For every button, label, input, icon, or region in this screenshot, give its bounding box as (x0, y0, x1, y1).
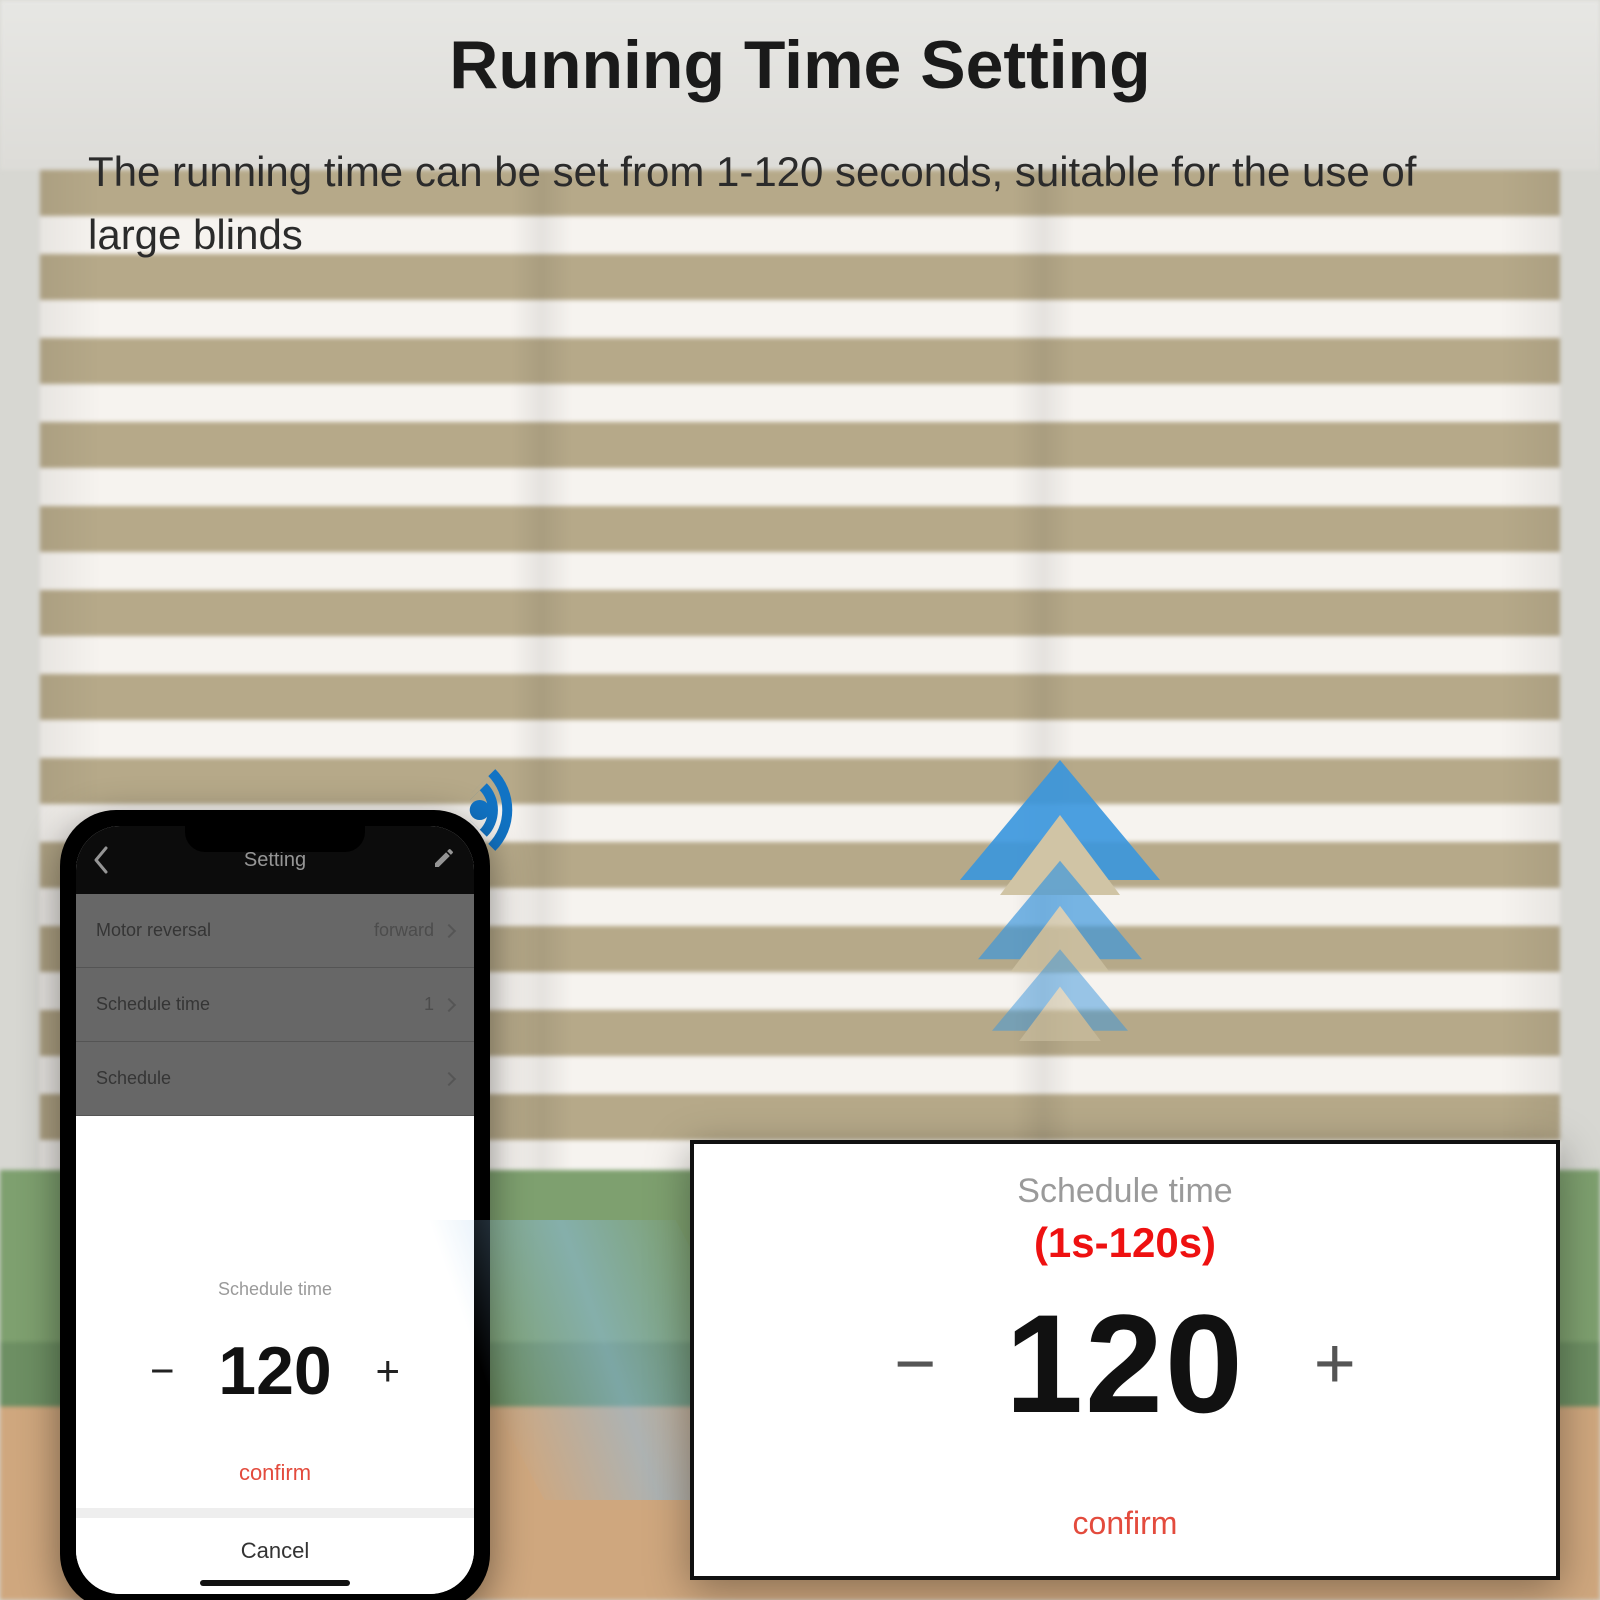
phone-mockup: Setting Motor reversal forward Schedule … (60, 810, 490, 1600)
back-icon[interactable] (92, 846, 110, 874)
row-label: Motor reversal (96, 920, 211, 941)
sheet-divider (76, 1508, 474, 1518)
decrement-button[interactable]: − (132, 1347, 192, 1395)
time-stepper-large: − 120 + (694, 1273, 1556, 1475)
page-subtitle: The running time can be set from 1-120 s… (88, 140, 1480, 266)
increment-button[interactable]: + (1295, 1323, 1375, 1405)
chevron-right-icon (442, 923, 456, 937)
row-schedule[interactable]: Schedule (76, 1042, 474, 1116)
phone-notch (185, 826, 365, 852)
row-value: forward (374, 920, 434, 941)
settings-list: Motor reversal forward Schedule time 1 S… (76, 894, 474, 1116)
row-label: Schedule (96, 1068, 171, 1089)
home-indicator (200, 1580, 350, 1586)
row-label: Schedule time (96, 994, 210, 1015)
edit-icon[interactable] (432, 846, 456, 870)
schedule-time-sheet: Schedule time − 120 + confirm Cancel (76, 1261, 474, 1594)
confirm-button[interactable]: confirm (76, 1438, 474, 1508)
chevron-right-icon (442, 997, 456, 1011)
time-value: 120 (218, 1332, 331, 1410)
chevron-right-icon (442, 1071, 456, 1085)
row-motor-reversal[interactable]: Motor reversal forward (76, 894, 474, 968)
confirm-button[interactable]: confirm (694, 1475, 1556, 1576)
time-stepper: − 120 + (76, 1308, 474, 1438)
increment-button[interactable]: + (358, 1347, 418, 1395)
range-label: (1s-120s) (694, 1215, 1556, 1273)
sheet-title: Schedule time (76, 1261, 474, 1308)
page-title: Running Time Setting (0, 26, 1600, 104)
row-schedule-time[interactable]: Schedule time 1 (76, 968, 474, 1042)
row-value: 1 (424, 994, 434, 1015)
schedule-time-callout: Schedule time (1s-120s) − 120 + confirm (690, 1140, 1560, 1580)
decrement-button[interactable]: − (875, 1323, 955, 1405)
callout-title: Schedule time (694, 1144, 1556, 1215)
time-value: 120 (1005, 1283, 1245, 1445)
